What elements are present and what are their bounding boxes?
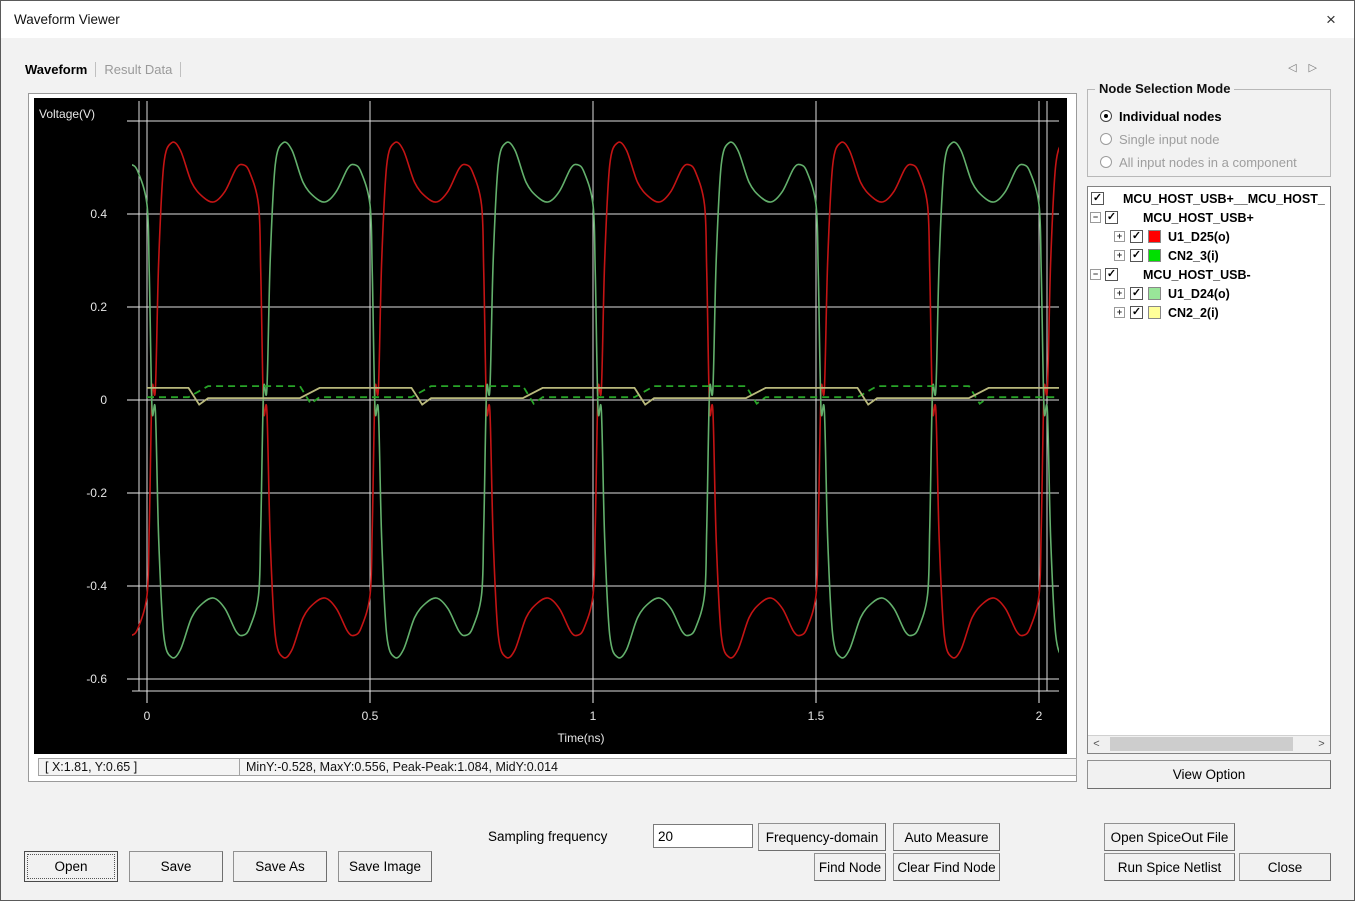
tab-result-data[interactable]: Result Data [102, 62, 174, 77]
expand-icon[interactable]: + [1114, 250, 1125, 261]
trace-color-swatch [1148, 230, 1161, 243]
save-as-button[interactable]: Save As [233, 851, 327, 882]
tree-item-mcu-host-usb-[interactable]: − ✓ MCU_HOST_USB- [1088, 266, 1330, 285]
waveform-viewer-window: { "window": { "title": "Waveform Viewer"… [0, 0, 1355, 901]
window-title: Waveform Viewer [14, 12, 120, 27]
waveform-plot[interactable]: 0.4 0.2 0 -0.2 -0.4 -0.6 0 0.5 1 1.5 2 Voltage(V) Ti… [28, 93, 1077, 782]
radio-label: Individual nodes [1119, 108, 1222, 124]
tree-item-u1-d25-o-[interactable]: + ✓ U1_D25(o) [1088, 228, 1330, 247]
svg-text:1.5: 1.5 [808, 709, 825, 723]
group-title: Node Selection Mode [1095, 81, 1235, 96]
tab-scroll-right-icon[interactable]: ▷ [1309, 62, 1329, 74]
radio-option-single-input-node: Single input node [1100, 131, 1219, 147]
tree-hscrollbar[interactable]: < > [1088, 735, 1330, 753]
tree-checkbox[interactable]: ✓ [1105, 211, 1118, 224]
run-spice-netlist-button[interactable]: Run Spice Netlist [1104, 853, 1235, 881]
tree-item-label: U1_D24(o) [1168, 287, 1230, 301]
radio-option-all-input-nodes-in-a-component: All input nodes in a component [1100, 154, 1297, 170]
tree-item-label: MCU_HOST_USB+__MCU_HOST_ [1123, 192, 1325, 206]
scrollbar-thumb[interactable] [1110, 737, 1293, 751]
tree-item-label: U1_D25(o) [1168, 230, 1230, 244]
x-axis-label: Time(ns) [558, 731, 605, 745]
tree-item-label: CN2_2(i) [1168, 306, 1219, 320]
tree-item-label: MCU_HOST_USB- [1143, 268, 1251, 282]
svg-text:0.5: 0.5 [362, 709, 379, 723]
node-selection-mode-group: Node Selection Mode Individual nodes Sing… [1087, 81, 1331, 177]
open-spiceout-file-button[interactable]: Open SpiceOut File [1104, 823, 1235, 851]
tab-separator [180, 61, 182, 77]
close-window-icon[interactable]: × [1320, 9, 1342, 31]
svg-text:-0.2: -0.2 [86, 486, 107, 500]
cursor-position-status: [ X:1.81, Y:0.65 ] [38, 758, 244, 776]
svg-text:-0.4: -0.4 [86, 579, 107, 593]
tree-checkbox[interactable]: ✓ [1130, 249, 1143, 262]
tab-waveform[interactable]: Waveform [23, 62, 89, 77]
scroll-left-icon[interactable]: < [1088, 736, 1105, 752]
view-option-button[interactable]: View Option [1087, 760, 1331, 789]
radio-label: All input nodes in a component [1119, 154, 1297, 170]
radio-icon [1100, 133, 1112, 145]
node-tree: ✓ MCU_HOST_USB+__MCU_HOST_ − ✓ MCU_HOST_USB+… [1087, 186, 1331, 754]
expand-icon[interactable]: + [1114, 307, 1125, 318]
radio-label: Single input node [1119, 131, 1220, 147]
radio-icon[interactable] [1100, 110, 1112, 122]
tree-checkbox[interactable]: ✓ [1130, 287, 1143, 300]
find-node-button[interactable]: Find Node [814, 853, 886, 881]
radio-icon [1100, 156, 1112, 168]
tree-item-label: MCU_HOST_USB+ [1143, 211, 1254, 225]
tree-checkbox[interactable]: ✓ [1091, 192, 1104, 205]
tree-item-cn2-2-i-[interactable]: + ✓ CN2_2(i) [1088, 304, 1330, 323]
collapse-icon[interactable]: − [1090, 269, 1101, 280]
auto-measure-button[interactable]: Auto Measure [893, 823, 1000, 851]
clear-find-node-button[interactable]: Clear Find Node [893, 853, 1000, 881]
svg-text:0.2: 0.2 [90, 300, 107, 314]
sampling-frequency-input[interactable] [653, 824, 753, 848]
svg-text:0: 0 [100, 393, 107, 407]
svg-text:0.4: 0.4 [90, 207, 107, 221]
save-image-button[interactable]: Save Image [338, 851, 432, 882]
trace-color-swatch [1148, 287, 1161, 300]
tree-checkbox[interactable]: ✓ [1105, 268, 1118, 281]
open-button[interactable]: Open [24, 851, 118, 882]
trace-color-swatch [1148, 249, 1161, 262]
title-bar: Waveform Viewer × [1, 1, 1354, 38]
tree-item-label: CN2_3(i) [1168, 249, 1219, 263]
close-button[interactable]: Close [1239, 853, 1331, 881]
tree-checkbox[interactable]: ✓ [1130, 230, 1143, 243]
collapse-icon[interactable]: − [1090, 212, 1101, 223]
scroll-right-icon[interactable]: > [1313, 736, 1330, 752]
tree-item-u1-d24-o-[interactable]: + ✓ U1_D24(o) [1088, 285, 1330, 304]
tab-scroll-left-icon[interactable]: ◁ [1288, 62, 1308, 74]
trace-color-swatch [1148, 306, 1161, 319]
frequency-domain-button[interactable]: Frequency-domain [758, 823, 886, 851]
svg-text:2: 2 [1036, 709, 1043, 723]
tree-item-cn2-3-i-[interactable]: + ✓ CN2_3(i) [1088, 247, 1330, 266]
y-axis-label: Voltage(V) [39, 107, 95, 121]
tree-item-mcu-host-usb-mcu-host-[interactable]: ✓ MCU_HOST_USB+__MCU_HOST_ [1088, 190, 1330, 209]
tree-item-mcu-host-usb-[interactable]: − ✓ MCU_HOST_USB+ [1088, 209, 1330, 228]
measurement-status: MinY:-0.528, MaxY:0.556, Peak-Peak:1.084… [239, 758, 1077, 776]
save-button[interactable]: Save [129, 851, 223, 882]
sampling-frequency-label: Sampling frequency [488, 829, 608, 844]
tree-checkbox[interactable]: ✓ [1130, 306, 1143, 319]
expand-icon[interactable]: + [1114, 288, 1125, 299]
svg-text:0: 0 [144, 709, 151, 723]
chart-panel: 0.4 0.2 0 -0.2 -0.4 -0.6 0 0.5 1 1.5 2 Voltage(V) Ti… [28, 93, 1077, 782]
svg-text:-0.6: -0.6 [86, 672, 107, 686]
tab-strip: Waveform Result Data [23, 58, 187, 80]
tab-scroll-arrows[interactable]: ◁▷ [1288, 61, 1329, 74]
svg-text:1: 1 [590, 709, 597, 723]
radio-option-individual-nodes[interactable]: Individual nodes [1100, 108, 1222, 124]
tab-separator [95, 61, 97, 77]
expand-icon[interactable]: + [1114, 231, 1125, 242]
